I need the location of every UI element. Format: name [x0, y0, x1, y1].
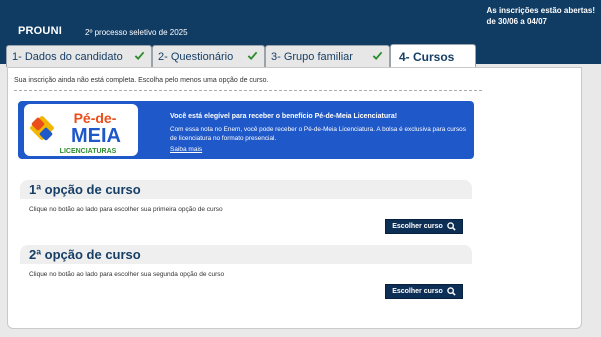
registration-notice: As inscrições estão abertas! de 30/06 a …	[487, 5, 596, 27]
tab-label: 1- Dados do candidato	[12, 50, 123, 63]
tab-label: 4- Cursos	[399, 49, 455, 64]
choose-course-button-1[interactable]: Escolher curso	[385, 219, 463, 234]
button-label: Escolher curso	[392, 223, 443, 230]
logo-text-top: Pé-de-	[74, 110, 117, 126]
tab-label: 3- Grupo familiar	[271, 50, 353, 63]
course-option-1: 1ª opção de curso Clique no botão ao lad…	[20, 180, 472, 236]
course-option-hint: Clique no botão ao lado para escolher su…	[29, 206, 223, 213]
tab-grupo-familiar[interactable]: 3- Grupo familiar	[265, 45, 390, 67]
course-option-title: 1ª opção de curso	[29, 182, 141, 197]
tab-cursos[interactable]: 4- Cursos	[390, 44, 476, 68]
main-panel: Sua inscrição ainda não está completa. E…	[7, 67, 582, 329]
tab-questionario[interactable]: 2- Questionário	[152, 45, 265, 67]
check-icon	[247, 51, 258, 61]
banner-title: Você está elegível para receber o benefí…	[170, 113, 398, 120]
process-label: 2º processo seletivo de 2025	[85, 28, 188, 37]
search-icon	[447, 287, 456, 296]
notice-line-1: As inscrições estão abertas!	[486, 6, 596, 15]
divider	[14, 90, 482, 91]
tab-dados-candidato[interactable]: 1- Dados do candidato	[6, 45, 152, 67]
choose-course-button-2[interactable]: Escolher curso	[385, 284, 463, 299]
brand-title: PROUNI	[18, 25, 62, 37]
banner-description: Com essa nota no Enem, você pode receber…	[170, 126, 466, 142]
notice-line-2: de 30/06 a 04/07	[486, 17, 548, 26]
search-icon	[447, 222, 456, 231]
logo-text-mid: MEIA	[71, 125, 121, 147]
course-option-title: 2ª opção de curso	[29, 247, 141, 262]
check-icon	[134, 51, 145, 61]
tab-label: 2- Questionário	[158, 50, 234, 63]
status-message: Sua inscrição ainda não está completa. E…	[14, 77, 269, 84]
course-option-hint: Clique no botão ao lado para escolher su…	[29, 271, 225, 278]
course-option-header: 2ª opção de curso	[20, 245, 472, 264]
pe-de-meia-logo: Pé-de- MEIA LICENCIATURAS	[24, 104, 138, 156]
check-icon	[372, 51, 383, 61]
saiba-mais-link[interactable]: Saiba mais	[170, 146, 202, 153]
button-label: Escolher curso	[392, 288, 443, 295]
course-option-2: 2ª opção de curso Clique no botão ao lad…	[20, 245, 472, 301]
pe-de-meia-banner: Pé-de- MEIA LICENCIATURAS Você está eleg…	[18, 101, 474, 159]
course-option-header: 1ª opção de curso	[20, 180, 472, 199]
logo-text-bottom: LICENCIATURAS	[60, 148, 117, 155]
